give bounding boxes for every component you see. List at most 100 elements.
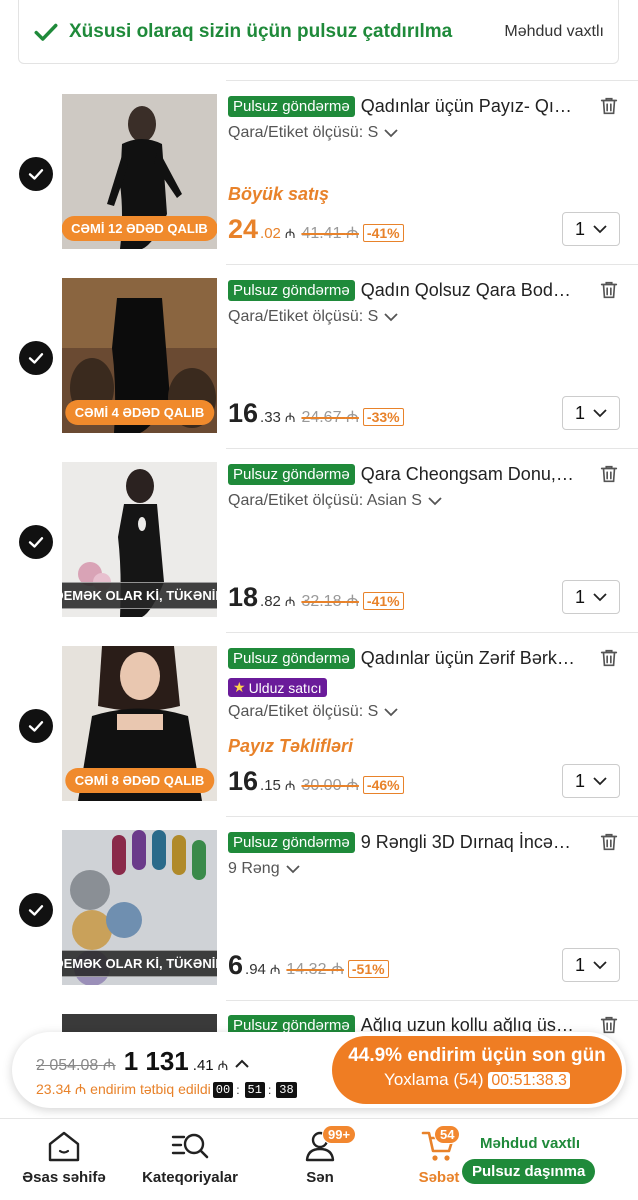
star-icon: ★ bbox=[233, 679, 246, 695]
product-title[interactable]: Qadın Qolsuz Qara Bodycon Don bbox=[361, 280, 577, 301]
item-info: Pulsuz göndərmə Qadınlar üçün Payız- Qış… bbox=[228, 94, 620, 254]
nav-categories[interactable]: Kateqoriyalar bbox=[140, 1129, 240, 1186]
stock-overlay: DEMƏK OLAR Kİ, TÜKƏNİB bbox=[62, 582, 217, 609]
quantity-select[interactable]: 1 bbox=[562, 580, 620, 614]
stock-overlay: CƏMİ 12 ƏDƏD QALIB bbox=[62, 216, 217, 241]
product-image[interactable]: CƏMİ 12 ƏDƏD QALIB bbox=[62, 94, 217, 249]
checkout-button[interactable]: 44.9% endirim üçün son gün Yoxlama (54) … bbox=[332, 1036, 622, 1104]
trash-icon[interactable] bbox=[598, 279, 620, 301]
price-integer: 6 bbox=[228, 950, 244, 980]
order-summary[interactable]: 2 054.08 ₼ 1 131 .41 ₼ 23.34 ₼ endirim t… bbox=[36, 1046, 297, 1099]
currency-symbol: ₼ bbox=[284, 226, 296, 241]
price-row: 18 .82 ₼ 32.18 ₼ -41% bbox=[228, 582, 404, 613]
nav-you[interactable]: Sən 99+ bbox=[290, 1125, 357, 1186]
original-total-currency: ₼ bbox=[102, 1057, 116, 1074]
timer-separator: : bbox=[236, 1082, 240, 1097]
price-row: 16 .15 ₼ 30.00 ₼ -46% bbox=[228, 766, 404, 797]
quantity-value: 1 bbox=[574, 402, 585, 423]
currency-symbol: ₼ bbox=[284, 410, 296, 425]
quantity-select[interactable]: 1 bbox=[562, 948, 620, 982]
trash-icon[interactable] bbox=[598, 1014, 620, 1036]
divider bbox=[226, 264, 638, 265]
cart-count-badge: 54 bbox=[434, 1125, 461, 1144]
old-price-currency: ₼ bbox=[345, 409, 359, 426]
variant-selector[interactable]: Qara/Etiket ölçüsü: Asian S bbox=[228, 492, 620, 510]
banner-message: Xüsusi olaraq sizin üçün pulsuz çatdırıl… bbox=[69, 20, 453, 42]
quantity-value: 1 bbox=[574, 586, 585, 607]
quantity-value: 1 bbox=[574, 770, 585, 791]
old-price-currency: ₼ bbox=[330, 961, 344, 978]
checkmark-icon bbox=[34, 23, 58, 41]
old-price-value: 30.00 bbox=[301, 777, 342, 794]
promo-label: Böyük satış bbox=[228, 184, 330, 204]
variant-selector[interactable]: Qara/Etiket ölçüsü: S bbox=[228, 124, 620, 142]
free-shipping-banner: Xüsusi olaraq sizin üçün pulsuz çatdırıl… bbox=[18, 0, 619, 64]
trash-icon[interactable] bbox=[598, 831, 620, 853]
nav-home[interactable]: Əsas səhifə bbox=[22, 1129, 106, 1186]
divider bbox=[226, 80, 638, 81]
price-row: 16 .33 ₼ 24.67 ₼ -33% bbox=[228, 398, 404, 429]
currency-symbol: ₼ bbox=[284, 778, 296, 793]
discount-badge: -41% bbox=[362, 592, 404, 610]
quantity-select[interactable]: 1 bbox=[562, 764, 620, 798]
select-checkbox[interactable] bbox=[19, 157, 53, 191]
nav-cart[interactable]: Səbət 54 bbox=[410, 1125, 468, 1186]
chevron-up-icon[interactable] bbox=[234, 1058, 250, 1070]
trash-icon[interactable] bbox=[598, 463, 620, 485]
product-image[interactable]: CƏMİ 4 ƏDƏD QALIB bbox=[62, 278, 217, 433]
variant-label: Qara/Etiket ölçüsü: S bbox=[228, 308, 379, 325]
select-checkbox[interactable] bbox=[19, 893, 53, 927]
divider bbox=[226, 632, 638, 633]
product-image[interactable]: CƏMİ 8 ƏDƏD QALIB bbox=[62, 646, 217, 801]
old-price-currency: ₼ bbox=[345, 593, 359, 610]
free-shipping-pill[interactable]: Pulsuz daşınma bbox=[462, 1159, 596, 1184]
old-price: 30.00 ₼ bbox=[301, 773, 358, 795]
product-title[interactable]: Qara Cheongsam Donu, Qolsuz bbox=[361, 464, 577, 485]
trash-icon[interactable] bbox=[598, 95, 620, 117]
old-price-value: 14.32 bbox=[286, 961, 327, 978]
checkout-countdown: 00:51:38.3 bbox=[488, 1072, 570, 1089]
chevron-down-icon bbox=[384, 129, 398, 138]
chevron-down-icon bbox=[593, 777, 607, 786]
product-title[interactable]: 9 Rəngli 3D Dırnaq İncəsənəti Tozu bbox=[361, 832, 577, 853]
total-decimal: .41 bbox=[192, 1057, 214, 1074]
free-shipping-badge: Pulsuz göndərmə bbox=[228, 647, 355, 669]
variant-selector[interactable]: 9 Rəng bbox=[228, 860, 620, 878]
quantity-select[interactable]: 1 bbox=[562, 396, 620, 430]
cart-item-list: CƏMİ 12 ƏDƏD QALIB Pulsuz göndərmə Qadın… bbox=[0, 80, 638, 1000]
select-checkbox[interactable] bbox=[19, 525, 53, 559]
old-price: 24.67 ₼ bbox=[301, 405, 358, 427]
timer-seconds: 38 bbox=[276, 1081, 297, 1098]
checkout-bar: 2 054.08 ₼ 1 131 .41 ₼ 23.34 ₼ endirim t… bbox=[12, 1032, 626, 1108]
currency-symbol: ₼ bbox=[284, 594, 296, 609]
chevron-down-icon bbox=[593, 593, 607, 602]
product-title[interactable]: Qadınlar üçün Zərif Bərk Rəngli Bluza bbox=[361, 648, 577, 669]
variant-selector[interactable]: Qara/Etiket ölçüsü: S bbox=[228, 308, 620, 326]
old-price-currency: ₼ bbox=[345, 225, 359, 242]
product-image[interactable]: DEMƏK OLAR Kİ, TÜKƏNİB bbox=[62, 462, 217, 617]
quantity-select[interactable]: 1 bbox=[562, 212, 620, 246]
checkout-button-label: Yoxlama (54) bbox=[384, 1070, 484, 1089]
select-checkbox[interactable] bbox=[19, 341, 53, 375]
price-integer: 18 bbox=[228, 582, 259, 612]
price-integer: 24 bbox=[228, 214, 259, 244]
discount-badge: -33% bbox=[362, 408, 404, 426]
banner-limited-time[interactable]: Məhdud vaxtlı bbox=[504, 23, 604, 41]
trash-icon[interactable] bbox=[598, 647, 620, 669]
select-checkbox[interactable] bbox=[19, 709, 53, 743]
variant-selector[interactable]: Qara/Etiket ölçüsü: S bbox=[228, 703, 620, 721]
product-title[interactable]: Qadınlar üçün Payız- Qış Zərif Uzun Qoll… bbox=[361, 96, 577, 117]
check-icon bbox=[28, 537, 44, 548]
old-price: 32.18 ₼ bbox=[301, 589, 358, 611]
product-image[interactable]: DEMƏK OLAR Kİ, TÜKƏNİB bbox=[62, 830, 217, 985]
old-price: 14.32 ₼ bbox=[286, 957, 343, 979]
original-total-value: 2 054.08 bbox=[36, 1057, 99, 1074]
chevron-down-icon bbox=[285, 865, 300, 874]
quantity-value: 1 bbox=[574, 218, 585, 239]
old-price-value: 24.67 bbox=[301, 409, 342, 426]
timer-minutes: 51 bbox=[244, 1081, 265, 1098]
home-icon bbox=[48, 1131, 80, 1162]
variant-label: Qara/Etiket ölçüsü: Asian S bbox=[228, 492, 422, 509]
discount-badge: -51% bbox=[347, 960, 389, 978]
discount-badge: -46% bbox=[362, 776, 404, 794]
